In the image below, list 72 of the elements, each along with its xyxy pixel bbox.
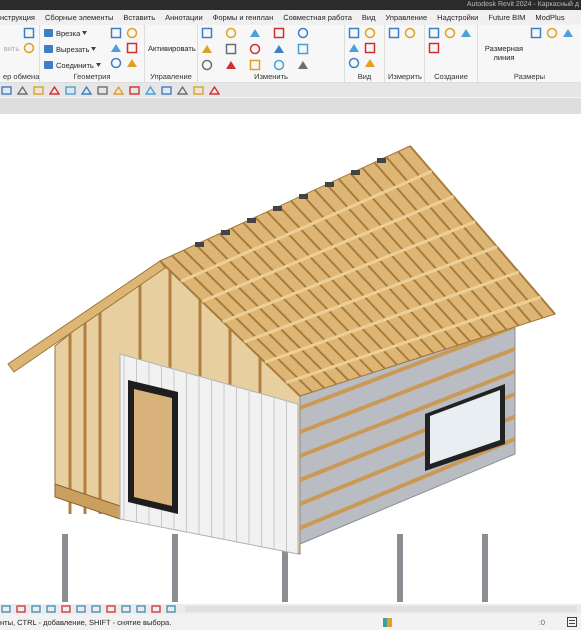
tool-icon[interactable] (297, 43, 309, 56)
view-control-icon[interactable] (121, 604, 132, 614)
toolbar-icon[interactable] (129, 84, 140, 96)
tool-icon[interactable] (110, 57, 122, 70)
toolbar-icon[interactable] (97, 84, 108, 96)
tool-icon[interactable] (225, 27, 237, 40)
toolbar-icon[interactable] (65, 84, 76, 96)
tool-icon[interactable] (428, 27, 440, 40)
view-control-icon[interactable] (106, 604, 117, 614)
tool-icon[interactable] (110, 42, 122, 54)
tool-icon[interactable] (348, 27, 360, 40)
tool-icon[interactable] (388, 27, 400, 40)
tool-icon[interactable] (126, 42, 138, 54)
tool-icon[interactable] (126, 27, 138, 40)
tool-icon[interactable] (273, 27, 285, 40)
tool-icon[interactable] (110, 27, 122, 40)
caret-icon (91, 47, 96, 52)
tool-icon[interactable] (348, 42, 360, 54)
tool-icon[interactable] (201, 59, 213, 72)
worksets-icon[interactable] (382, 616, 393, 628)
shape-icon (43, 28, 54, 38)
toolbar-icon[interactable] (209, 84, 220, 96)
toolbar-icon[interactable] (193, 84, 204, 96)
caret-icon (96, 63, 101, 68)
tool-icon[interactable] (404, 27, 416, 40)
view-control-icon[interactable] (1, 604, 12, 614)
toolbar-icon[interactable] (33, 84, 44, 96)
toolbar-icon[interactable] (81, 84, 92, 96)
list-icon[interactable] (567, 617, 577, 628)
tool-icon[interactable] (444, 27, 456, 40)
tool-icon[interactable] (562, 27, 574, 40)
toolbar-icon[interactable] (161, 84, 172, 96)
toolbar-icon[interactable] (49, 84, 60, 96)
view-control-icon[interactable] (61, 604, 72, 614)
tool-icon[interactable] (126, 57, 138, 70)
shape-icon (43, 44, 54, 54)
tool-icon[interactable] (546, 27, 558, 40)
shape-icon (43, 60, 54, 70)
view-control-icon[interactable] (46, 604, 57, 614)
view-control-icon[interactable] (136, 604, 147, 614)
toolbar-icon[interactable] (177, 84, 188, 96)
tool-icon[interactable] (297, 59, 309, 72)
view-control-icon[interactable] (76, 604, 87, 614)
tool-icon[interactable] (364, 57, 376, 70)
tool-icon[interactable] (428, 42, 440, 54)
tool-icon[interactable] (364, 42, 376, 54)
tool-icon[interactable] (273, 43, 285, 56)
tool-icon[interactable] (460, 27, 472, 40)
tool-icon[interactable] (201, 27, 213, 40)
view-control-icon[interactable] (16, 604, 27, 614)
tool-icon[interactable] (348, 57, 360, 70)
toolbar-icon[interactable] (17, 84, 28, 96)
tool-icon[interactable] (297, 27, 309, 40)
view-control-icon[interactable] (166, 604, 177, 614)
toolbar-icon[interactable] (1, 84, 12, 96)
view-control-icon[interactable] (31, 604, 42, 614)
tool-icon[interactable] (249, 27, 261, 40)
tool-icon[interactable] (273, 59, 285, 72)
tool-icon[interactable] (530, 27, 542, 40)
tool-icon[interactable] (23, 42, 35, 54)
tool-icon[interactable] (225, 43, 237, 56)
toolbar-icon[interactable] (145, 84, 156, 96)
caret-icon (82, 31, 88, 36)
view-control-icon[interactable] (91, 604, 102, 614)
view-control-icon[interactable] (151, 604, 162, 614)
toolbar-icon[interactable] (113, 84, 124, 96)
tool-icon[interactable] (201, 43, 213, 56)
tool-icon[interactable] (249, 43, 261, 56)
tool-icon[interactable] (23, 27, 35, 40)
tool-icon[interactable] (225, 59, 237, 72)
tool-icon[interactable] (249, 59, 261, 72)
tool-icon[interactable] (364, 27, 376, 40)
